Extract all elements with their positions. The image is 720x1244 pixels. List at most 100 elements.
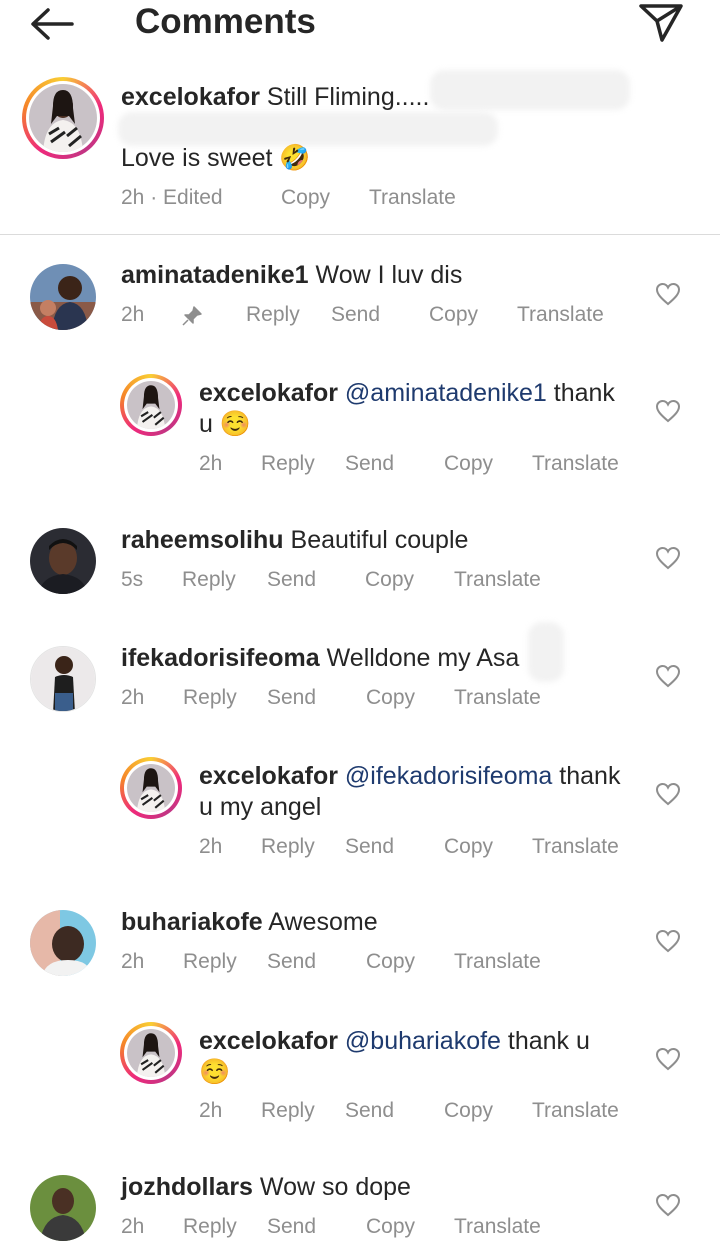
reply-button[interactable]: Reply: [183, 1215, 237, 1239]
copy-button[interactable]: Copy: [366, 686, 415, 710]
translate-button[interactable]: Translate: [532, 835, 619, 859]
redacted-area: [528, 622, 564, 682]
send-button[interactable]: Send: [267, 568, 316, 592]
comment-text: Beautiful couple: [290, 526, 469, 554]
send-button[interactable]: Send: [345, 835, 394, 859]
copy-button[interactable]: Copy: [365, 568, 414, 592]
mention-link[interactable]: @buhariakofe: [345, 1027, 501, 1055]
comment-text-line-2: u ☺️: [199, 410, 251, 438]
comment-avatar[interactable]: [30, 528, 96, 594]
caption-meta: 2h · Edited Copy Translate: [121, 186, 521, 212]
send-button[interactable]: Send: [345, 452, 394, 476]
comment-meta: 2h Reply Send Copy Translate: [121, 1215, 601, 1241]
mention-link[interactable]: @ifekadorisifeoma: [345, 762, 552, 790]
comment-text: thank: [546, 379, 615, 407]
reply-button[interactable]: Reply: [261, 452, 315, 476]
reply-button[interactable]: Reply: [246, 303, 300, 327]
comment-username[interactable]: raheemsolihu: [121, 526, 284, 554]
translate-button[interactable]: Translate: [517, 303, 604, 327]
comment-time: 5s: [121, 568, 144, 591]
reply-button[interactable]: Reply: [182, 568, 236, 592]
translate-button[interactable]: Translate: [532, 1099, 619, 1123]
comment-time: 2h: [121, 303, 145, 326]
back-button[interactable]: [28, 6, 76, 42]
header-bar: Comments: [0, 0, 720, 56]
mention-link[interactable]: @aminatadenike1: [345, 379, 547, 407]
copy-button[interactable]: Copy: [444, 1099, 493, 1123]
copy-button[interactable]: Copy: [444, 452, 493, 476]
reply-avatar[interactable]: [120, 757, 182, 819]
redacted-area: [118, 112, 498, 146]
comment-username[interactable]: buhariakofe: [121, 908, 263, 936]
comment-text-line: excelokafor @aminatadenike1 thank: [199, 378, 615, 409]
reply-button[interactable]: Reply: [183, 686, 237, 710]
like-button[interactable]: [655, 929, 681, 953]
comment-text-line: jozhdollars Wow so dope: [121, 1172, 411, 1203]
like-button[interactable]: [655, 1047, 681, 1071]
like-button[interactable]: [655, 782, 681, 806]
copy-button[interactable]: Copy: [366, 1215, 415, 1239]
reply-button[interactable]: Reply: [261, 835, 315, 859]
divider: [0, 234, 720, 235]
reply-button[interactable]: Reply: [183, 950, 237, 974]
caption-avatar[interactable]: [22, 77, 104, 159]
comment-username[interactable]: aminatadenike1: [121, 261, 309, 289]
comment-text-line: raheemsolihu Beautiful couple: [121, 525, 468, 556]
like-button[interactable]: [655, 664, 681, 688]
caption-line-2: Love is sweet 🤣: [121, 144, 311, 172]
page-title: Comments: [135, 2, 316, 41]
comment-time: 2h: [121, 950, 145, 973]
comment-text: Wow I luv dis: [315, 261, 463, 289]
comment-avatar[interactable]: [30, 1175, 96, 1241]
copy-button[interactable]: Copy: [429, 303, 478, 327]
send-button[interactable]: Send: [345, 1099, 394, 1123]
heart-icon: [655, 929, 681, 953]
comment-avatar[interactable]: [30, 910, 96, 976]
comment-time: 2h: [121, 1215, 145, 1238]
translate-button[interactable]: Translate: [454, 950, 541, 974]
like-button[interactable]: [655, 1193, 681, 1217]
send-button[interactable]: Send: [331, 303, 380, 327]
comment-text: Awesome: [268, 908, 378, 936]
paper-plane-icon: [639, 4, 683, 42]
translate-button[interactable]: Translate: [454, 686, 541, 710]
translate-button[interactable]: Translate: [532, 452, 619, 476]
comment-username[interactable]: jozhdollars: [121, 1173, 253, 1201]
translate-button[interactable]: Translate: [454, 1215, 541, 1239]
comment-avatar[interactable]: [30, 646, 96, 712]
copy-button[interactable]: Copy: [366, 950, 415, 974]
reply-avatar[interactable]: [120, 374, 182, 436]
comment-username[interactable]: excelokafor: [199, 1027, 338, 1055]
comment-meta: 2h Reply Send Copy Translate: [199, 1099, 679, 1125]
comment-meta: 2h Reply Send Copy Translate: [199, 835, 679, 861]
redacted-area: [430, 70, 630, 110]
heart-icon: [655, 546, 681, 570]
like-button[interactable]: [655, 282, 681, 306]
like-button[interactable]: [655, 399, 681, 423]
heart-icon: [655, 399, 681, 423]
like-button[interactable]: [655, 546, 681, 570]
translate-button[interactable]: Translate: [369, 186, 456, 210]
comment-username[interactable]: excelokafor: [199, 379, 338, 407]
share-button[interactable]: [638, 2, 684, 44]
comment-text: thank u: [500, 1027, 590, 1055]
comment-text: Welldone my Asa: [326, 644, 520, 672]
comment-text-line: buhariakofe Awesome: [121, 907, 378, 938]
caption-username[interactable]: excelokafor: [121, 83, 260, 111]
comment-avatar[interactable]: [30, 264, 96, 330]
heart-icon: [655, 282, 681, 306]
send-button[interactable]: Send: [267, 1215, 316, 1239]
comment-username[interactable]: ifekadorisifeoma: [121, 644, 320, 672]
send-button[interactable]: Send: [267, 686, 316, 710]
copy-button[interactable]: Copy: [444, 835, 493, 859]
arrow-left-icon: [31, 8, 74, 40]
reply-avatar[interactable]: [120, 1022, 182, 1084]
pin-icon: [181, 305, 203, 333]
reply-button[interactable]: Reply: [261, 1099, 315, 1123]
comment-meta: 2h Reply Send Copy Translate: [121, 950, 601, 976]
translate-button[interactable]: Translate: [454, 568, 541, 592]
send-button[interactable]: Send: [267, 950, 316, 974]
caption-time: 2h · Edited: [121, 186, 223, 209]
comment-username[interactable]: excelokafor: [199, 762, 338, 790]
copy-button[interactable]: Copy: [281, 186, 330, 210]
